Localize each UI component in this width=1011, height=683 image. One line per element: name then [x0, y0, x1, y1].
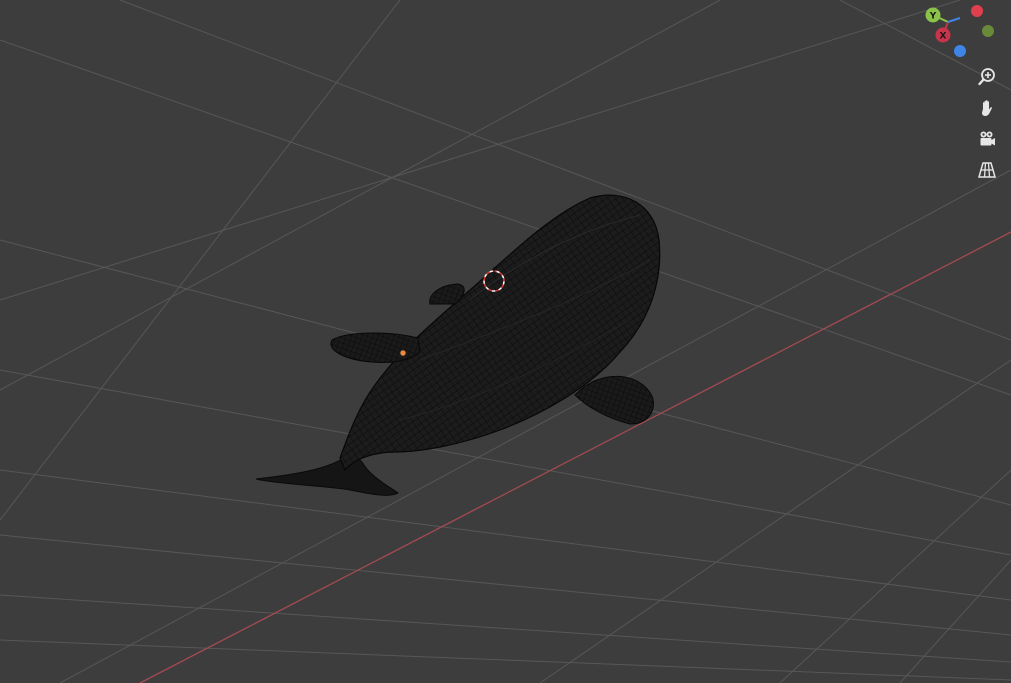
- hand-pan-icon: [982, 100, 992, 116]
- whale-body: [339, 194, 661, 472]
- grid-line: [899, 559, 1011, 683]
- grid-line: [0, 534, 1011, 636]
- object-origin: [399, 349, 407, 357]
- whale-mesh: [255, 194, 661, 496]
- 3d-viewport[interactable]: Y X: [0, 0, 1011, 683]
- gizmo-y-label: Y: [929, 12, 937, 22]
- grid-line: [0, 0, 401, 521]
- grid-line: [0, 639, 1011, 681]
- gizmo-neg-y-axis: [971, 5, 983, 17]
- gizmo-neg-x-axis: [982, 25, 994, 37]
- grid-perspective-icon: [978, 162, 996, 178]
- whale-tail: [255, 451, 399, 496]
- pan-button[interactable]: [973, 94, 1001, 122]
- whale-dorsal-fin: [429, 283, 465, 305]
- viewport-navigation-controls: [973, 63, 1003, 187]
- grid-line: [0, 0, 961, 301]
- navigation-gizmo[interactable]: Y X: [912, 0, 1011, 64]
- camera-view-button[interactable]: [973, 125, 1001, 153]
- gizmo-neg-z-axis: [954, 45, 966, 57]
- scene-canvas[interactable]: [0, 0, 1011, 683]
- zoom-button[interactable]: [973, 63, 1001, 91]
- zoom-icon: [978, 68, 995, 86]
- whale-left-flipper: [330, 332, 421, 363]
- perspective-toggle-button[interactable]: [973, 156, 1001, 184]
- grid-line: [0, 469, 1011, 601]
- grid-line: [0, 594, 1011, 663]
- gizmo-x-label: X: [940, 32, 947, 42]
- grid-line: [779, 469, 1011, 683]
- camera-icon: [980, 131, 995, 146]
